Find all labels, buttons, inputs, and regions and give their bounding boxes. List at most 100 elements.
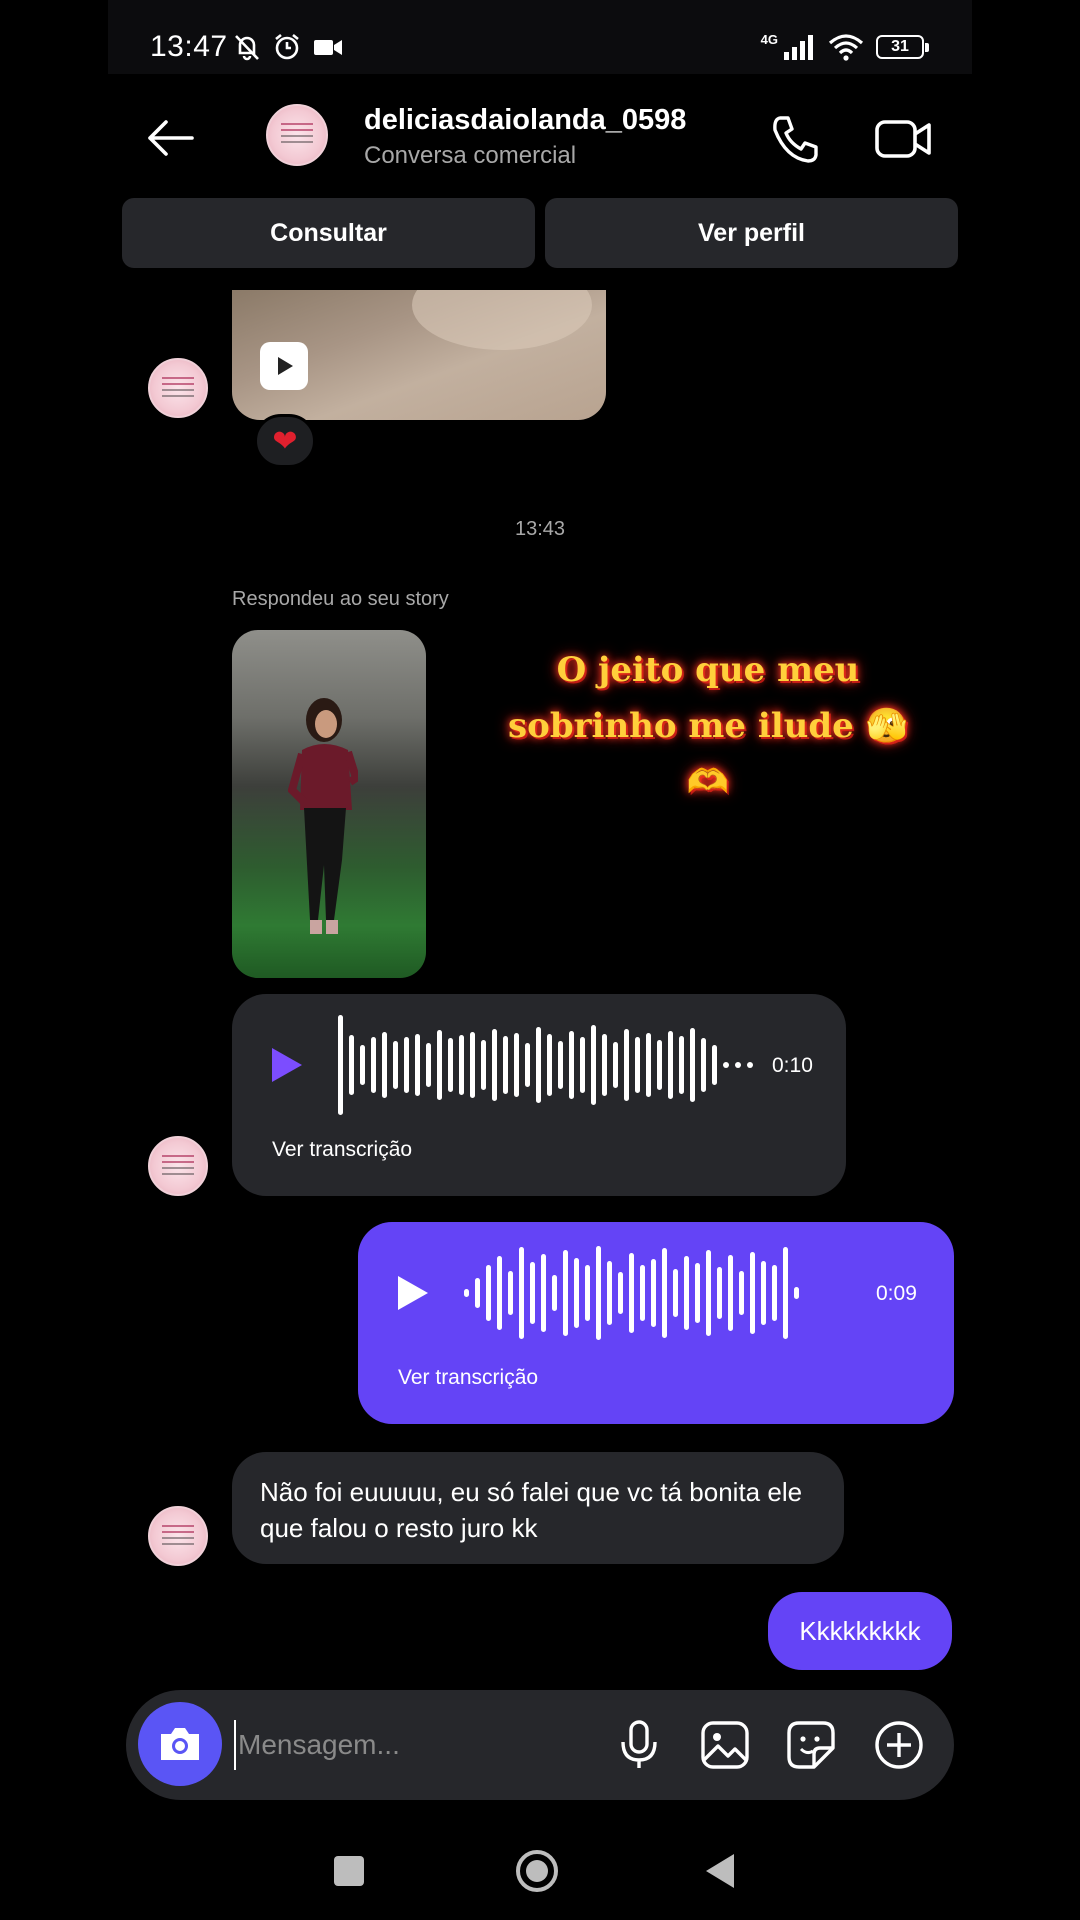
waveform-bar <box>701 1038 706 1092</box>
sender-avatar[interactable] <box>148 1136 208 1196</box>
waveform-dot <box>723 1062 729 1068</box>
message-text: Kkkkkkkkk <box>799 1616 921 1646</box>
waveform-bar <box>349 1035 354 1095</box>
back-arrow-icon[interactable] <box>144 118 196 158</box>
microphone-icon[interactable] <box>612 1718 666 1772</box>
view-transcription-link[interactable]: Ver transcrição <box>272 1138 412 1162</box>
home-button[interactable] <box>516 1850 558 1892</box>
audio-duration: 0:10 <box>772 1054 813 1077</box>
incoming-audio-message[interactable]: 0:10 Ver transcrição <box>232 994 846 1196</box>
waveform-bar <box>684 1256 689 1330</box>
waveform-bar <box>541 1254 546 1332</box>
incoming-text-message[interactable]: Não foi euuuuu, eu só falei que vc tá bo… <box>232 1452 844 1564</box>
image-icon[interactable] <box>698 1718 752 1772</box>
business-actions: Consultar Ver perfil <box>122 198 958 268</box>
system-back-button[interactable] <box>706 1854 734 1888</box>
waveform-bar <box>635 1037 640 1093</box>
waveform-bar <box>552 1275 557 1311</box>
waveform-bar <box>486 1265 491 1321</box>
phone-icon[interactable] <box>768 112 822 166</box>
recents-button[interactable] <box>334 1856 364 1886</box>
waveform-bar <box>618 1272 623 1314</box>
system-nav-bar <box>108 1820 972 1920</box>
contact-username[interactable]: deliciasdaiolanda_0598 <box>364 104 686 137</box>
waveform-bar <box>426 1043 431 1087</box>
battery-indicator: 31 <box>876 35 929 59</box>
waveform-bar <box>464 1289 469 1297</box>
waveform-bar <box>404 1037 409 1093</box>
audio-play-icon[interactable] <box>272 1048 302 1082</box>
waveform-bar <box>739 1271 744 1315</box>
avatar[interactable] <box>266 104 328 166</box>
outgoing-audio-message[interactable]: 0:09 Ver transcrição <box>358 1222 954 1424</box>
camera-button[interactable] <box>138 1702 222 1786</box>
waveform-bar <box>525 1043 530 1087</box>
waveform-bar <box>360 1045 365 1085</box>
story-person-image <box>288 698 358 934</box>
plus-circle-icon[interactable] <box>872 1718 926 1772</box>
waveform-bar <box>569 1031 574 1099</box>
network-type: 4G <box>760 31 778 47</box>
waveform-bar <box>563 1250 568 1336</box>
sticker-icon[interactable] <box>784 1718 838 1772</box>
waveform-bar <box>624 1029 629 1101</box>
chat-header: deliciasdaiolanda_0598 Conversa comercia… <box>108 74 972 198</box>
view-transcription-link[interactable]: Ver transcrição <box>398 1366 538 1390</box>
waveform-bar <box>585 1265 590 1321</box>
audio-play-icon[interactable] <box>398 1276 428 1310</box>
waveform-bar <box>475 1278 480 1308</box>
audio-waveform[interactable] <box>464 1238 799 1348</box>
waveform-dot <box>735 1062 741 1068</box>
waveform-bar <box>481 1040 486 1090</box>
waveform-bar <box>750 1252 755 1334</box>
status-icons-left <box>232 30 344 64</box>
sender-avatar[interactable] <box>148 1506 208 1566</box>
waveform-bar <box>646 1033 651 1097</box>
waveform-bar <box>574 1258 579 1328</box>
waveform-bar <box>470 1032 475 1098</box>
view-profile-button[interactable]: Ver perfil <box>545 198 958 268</box>
sender-avatar[interactable] <box>148 358 208 418</box>
waveform-bar <box>783 1247 788 1339</box>
shared-video-message[interactable] <box>232 290 606 420</box>
message-composer <box>126 1690 954 1800</box>
status-icons-right: 4G 31 <box>760 30 929 64</box>
waveform-bar <box>448 1038 453 1092</box>
waveform-bar <box>629 1253 634 1333</box>
waveform-bar <box>651 1259 656 1327</box>
outgoing-text-message[interactable]: Kkkkkkkkk <box>768 1592 952 1670</box>
waveform-bar <box>657 1040 662 1090</box>
waveform-bar <box>679 1036 684 1094</box>
message-input[interactable] <box>234 1720 584 1770</box>
waveform-bar <box>602 1034 607 1096</box>
waveform-dot <box>747 1062 753 1068</box>
message-list[interactable]: ❤ 13:43 Respondeu ao seu story O jeito q… <box>108 290 972 1680</box>
story-caption: O jeito que meu sobrinho me ilude 🫣🫶 <box>508 650 908 802</box>
heart-reaction-icon[interactable]: ❤ <box>254 414 316 468</box>
waveform-bar <box>717 1267 722 1319</box>
status-bar: 13:47 4G 31 <box>108 0 972 74</box>
contact-subtitle: Conversa comercial <box>364 142 577 169</box>
story-reply-label: Respondeu ao seu story <box>232 588 449 610</box>
story-thumbnail[interactable] <box>232 630 426 978</box>
video-camera-icon[interactable] <box>874 114 932 164</box>
waveform-bar <box>761 1261 766 1325</box>
waveform-bar <box>415 1034 420 1096</box>
consult-button[interactable]: Consultar <box>122 198 535 268</box>
waveform-bar <box>706 1250 711 1336</box>
message-timestamp: 13:43 <box>514 518 566 540</box>
waveform-bar <box>580 1037 585 1093</box>
audio-duration: 0:09 <box>876 1282 917 1305</box>
waveform-bar <box>662 1248 667 1338</box>
video-record-icon <box>314 40 342 55</box>
status-time: 13:47 <box>150 30 228 63</box>
waveform-bar <box>613 1042 618 1088</box>
waveform-bar <box>338 1015 343 1115</box>
waveform-bar <box>371 1037 376 1093</box>
audio-waveform[interactable] <box>338 1010 753 1120</box>
waveform-bar <box>690 1028 695 1102</box>
waveform-bar <box>591 1025 596 1105</box>
waveform-bar <box>514 1033 519 1097</box>
waveform-bar <box>668 1031 673 1099</box>
video-play-icon <box>260 342 308 390</box>
